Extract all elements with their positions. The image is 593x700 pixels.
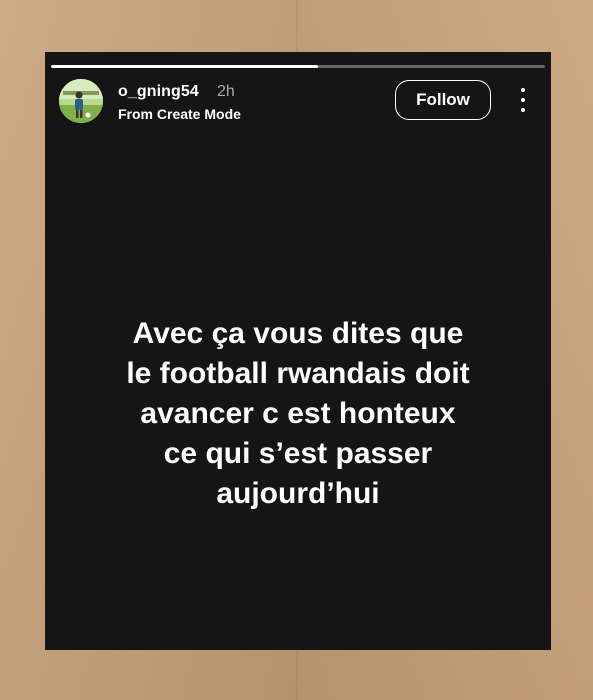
more-dot — [521, 88, 525, 92]
more-vertical-icon[interactable] — [513, 88, 533, 112]
more-dot — [521, 108, 525, 112]
story-subtitle: From Create Mode — [118, 106, 241, 122]
username[interactable]: o_gning54 — [118, 83, 199, 101]
story-progress-bar — [51, 65, 545, 68]
story-text: Avec ça vous dites que le football rwand… — [126, 317, 470, 510]
avatar-image — [59, 79, 103, 123]
post-timestamp: 2h — [217, 83, 235, 100]
follow-button[interactable]: Follow — [395, 80, 491, 120]
story-progress-fill — [51, 65, 318, 68]
profile-avatar[interactable] — [59, 79, 103, 123]
story-viewer: o_gning54 2h From Create Mode Follow Ave… — [45, 52, 551, 650]
more-dot — [521, 98, 525, 102]
